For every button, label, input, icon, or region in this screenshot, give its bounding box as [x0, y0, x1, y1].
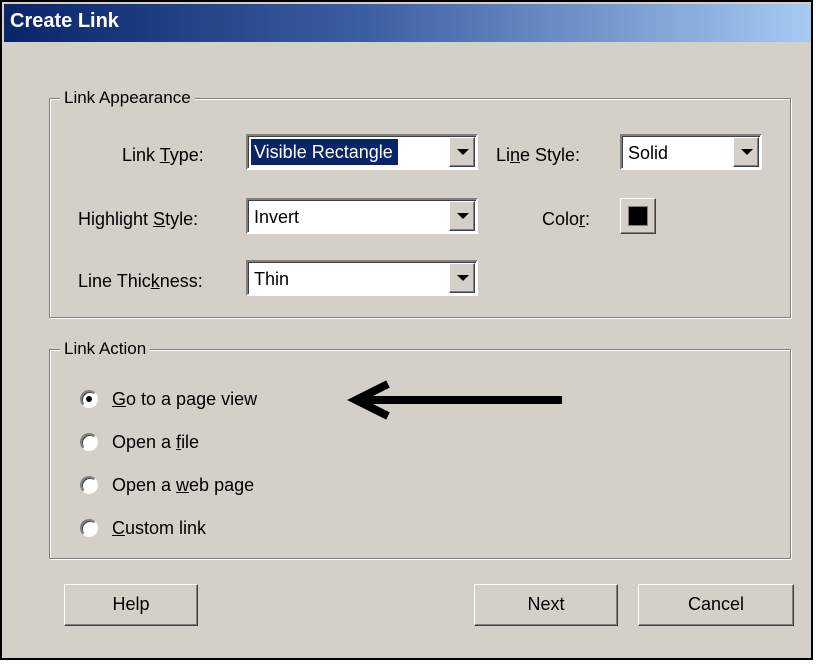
- link-type-select[interactable]: Visible Rectangle: [246, 134, 478, 170]
- highlight-style-dropdown-icon[interactable]: [449, 201, 475, 231]
- dialog-title: Create Link: [10, 10, 119, 32]
- radio-button[interactable]: [80, 433, 98, 451]
- line-style-label: Line Style:: [496, 145, 581, 165]
- highlight-style-value: Invert: [254, 207, 300, 227]
- highlight-style-label: Highlight Style:: [78, 209, 199, 229]
- line-style-select[interactable]: Solid: [620, 134, 762, 170]
- color-swatch: [628, 206, 648, 226]
- radio-label: Open a web page: [112, 475, 255, 495]
- help-button[interactable]: Help: [64, 584, 198, 626]
- line-thickness-dropdown-icon[interactable]: [449, 263, 475, 293]
- line-thickness-label: Line Thickness:: [78, 271, 203, 291]
- radio-label: Open a file: [112, 432, 200, 452]
- radio-button[interactable]: [80, 519, 98, 537]
- link-appearance-title: Link Appearance: [60, 87, 195, 109]
- radio-label: Custom link: [112, 518, 207, 538]
- highlight-style-select[interactable]: Invert: [246, 198, 478, 234]
- radio-label: Go to a page view: [112, 389, 258, 409]
- color-picker-button[interactable]: [620, 198, 656, 234]
- dialog-client-area: Link Appearance Link Type: Visible Recta…: [4, 42, 811, 656]
- line-style-dropdown-icon[interactable]: [733, 137, 759, 167]
- radio-button-checked[interactable]: [80, 390, 98, 408]
- pointer-arrow-icon: [347, 380, 562, 420]
- color-label: Color:: [542, 209, 591, 229]
- link-type-dropdown-icon[interactable]: [449, 137, 475, 167]
- link-type-value: Visible Rectangle: [250, 138, 399, 166]
- cancel-button[interactable]: Cancel: [638, 584, 794, 626]
- create-link-dialog: Create Link Link Appearance Link Type: V…: [0, 0, 813, 660]
- radio-button[interactable]: [80, 476, 98, 494]
- line-thickness-select[interactable]: Thin: [246, 260, 478, 296]
- next-button[interactable]: Next: [474, 584, 618, 626]
- line-thickness-value: Thin: [254, 269, 290, 289]
- link-action-title: Link Action: [60, 338, 151, 360]
- title-bar[interactable]: Create Link: [4, 4, 811, 42]
- link-type-label: Link Type:: [122, 145, 204, 165]
- line-style-value: Solid: [628, 143, 669, 163]
